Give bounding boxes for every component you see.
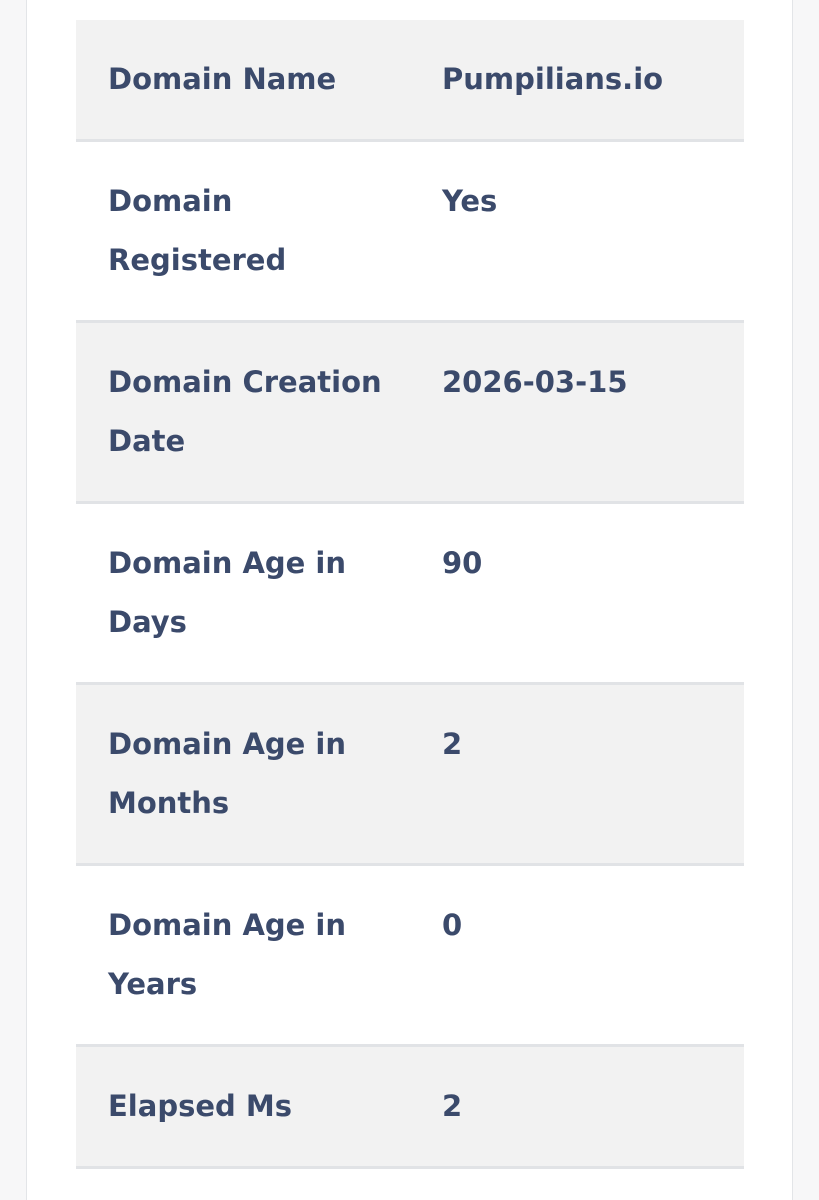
row-value: 90 xyxy=(442,546,483,580)
row-label: Elapsed Ms xyxy=(108,1089,292,1123)
row-value: 0 xyxy=(442,908,463,942)
table-row-domain-creation-date: Domain Creation Date 2026-03-15 xyxy=(76,321,744,503)
domain-info-table: Domain Name Pumpilians.io Domain Registe… xyxy=(76,20,744,1169)
table-row-domain-name: Domain Name Pumpilians.io xyxy=(76,20,744,141)
row-label: Domain Age in Years xyxy=(108,908,347,1001)
row-label: Domain Creation Date xyxy=(108,365,382,458)
table-row-domain-age-days: Domain Age in Days 90 xyxy=(76,503,744,684)
table-row-domain-registered: Domain Registered Yes xyxy=(76,141,744,322)
table-row-domain-age-years: Domain Age in Years 0 xyxy=(76,865,744,1046)
row-label: Domain Registered xyxy=(108,184,287,277)
row-value: 2 xyxy=(442,1089,463,1123)
row-value: 2026-03-15 xyxy=(442,365,628,399)
row-label: Domain Age in Days xyxy=(108,546,347,639)
table-row-elapsed-ms: Elapsed Ms 2 xyxy=(76,1045,744,1168)
row-label: Domain Name xyxy=(108,62,337,96)
row-value: 2 xyxy=(442,727,463,761)
row-value: Yes xyxy=(442,184,498,218)
row-label: Domain Age in Months xyxy=(108,727,347,820)
row-value: Pumpilians.io xyxy=(442,62,664,96)
result-card: Domain Name Pumpilians.io Domain Registe… xyxy=(26,0,793,1200)
table-row-domain-age-months: Domain Age in Months 2 xyxy=(76,683,744,865)
